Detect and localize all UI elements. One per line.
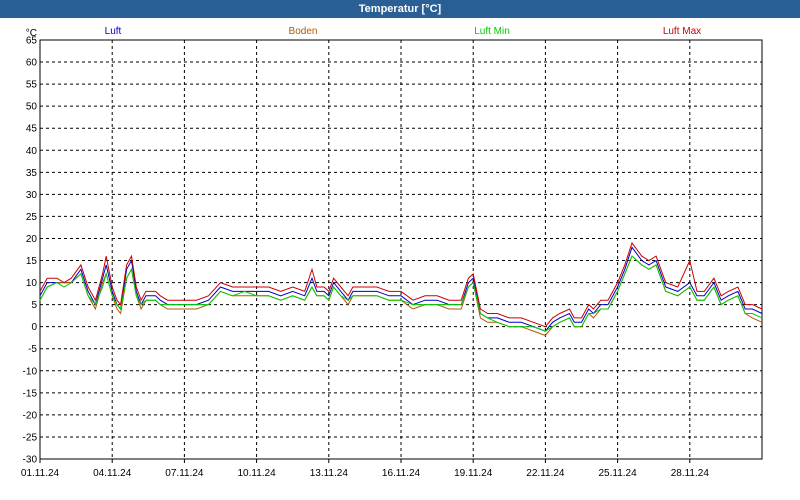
y-tick-label: 35 — [26, 168, 38, 179]
x-tick-label: 10.11.24 — [238, 468, 277, 479]
y-tick-label: -20 — [23, 410, 38, 421]
y-tick-label: -30 — [23, 455, 38, 466]
legend-entry-1: Boden — [289, 26, 318, 37]
legend-entry-3: Luft Max — [663, 26, 701, 37]
x-tick-label: 16.11.24 — [382, 468, 421, 479]
series-line-3 — [39, 241, 763, 328]
y-tick-label: -10 — [23, 366, 38, 377]
y-tick-label: 10 — [26, 278, 38, 289]
y-tick-label: 50 — [26, 102, 38, 113]
x-tick-label: 22.11.24 — [526, 468, 565, 479]
x-tick-label: 04.11.24 — [93, 468, 132, 479]
y-tick-label: 20 — [26, 234, 38, 245]
y-tick-label: 40 — [26, 146, 38, 157]
plot-area: 65605550454035302520151050-5-10-15-20-25… — [21, 28, 763, 479]
chart-title: Temperatur [°C] — [0, 0, 800, 18]
x-tick-label: 25.11.24 — [599, 468, 638, 479]
legend: Luft Boden Luft Min Luft Max — [105, 26, 702, 37]
x-tick-label: 19.11.24 — [454, 468, 493, 479]
y-tick-label: 60 — [26, 58, 38, 69]
y-tick-label: 25 — [26, 212, 38, 223]
y-tick-label: 0 — [31, 322, 37, 333]
y-tick-label: 30 — [26, 190, 38, 201]
y-tick-label: -15 — [23, 388, 38, 399]
y-tick-label: 45 — [26, 124, 38, 135]
temperature-chart: Luft Boden Luft Min Luft Max 65605550454035… — [21, 26, 763, 479]
legend-entry-0: Luft — [105, 26, 122, 37]
y-tick-label: 55 — [26, 80, 38, 91]
x-tick-label: 07.11.24 — [165, 468, 204, 479]
y-tick-label: 15 — [26, 256, 38, 267]
legend-entry-2: Luft Min — [474, 26, 510, 37]
y-tick-label: 5 — [31, 300, 37, 311]
x-tick-label: 28.11.24 — [671, 468, 710, 479]
x-tick-label: 01.11.24 — [21, 468, 60, 479]
y-tick-label: -5 — [28, 344, 37, 355]
x-tick-label: 13.11.24 — [310, 468, 349, 479]
y-axis-label: °C — [26, 28, 37, 39]
y-tick-label: -25 — [23, 432, 38, 443]
